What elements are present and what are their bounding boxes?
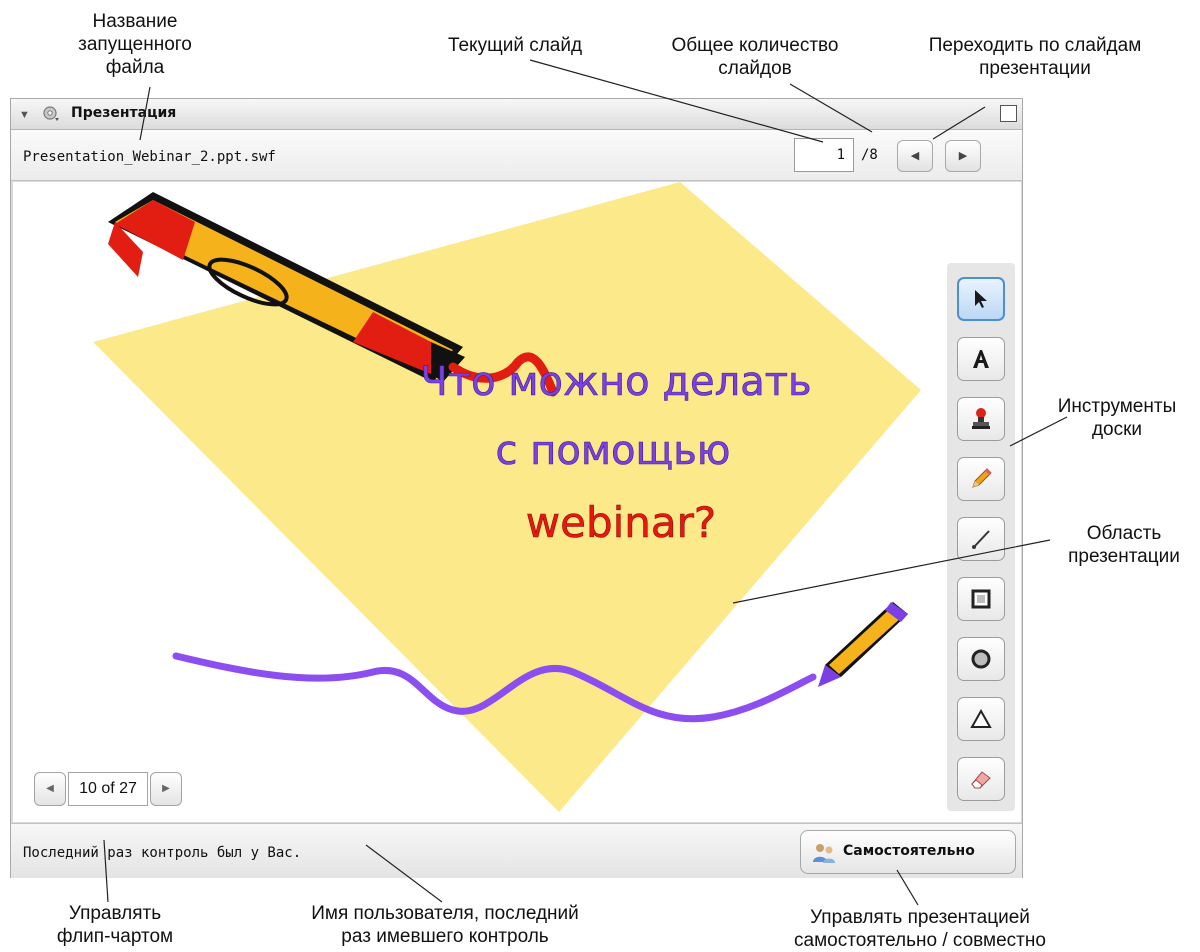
triangle-right-icon: ▶ (162, 783, 170, 794)
triangle-icon (970, 708, 992, 728)
current-slide-input[interactable]: 1 (794, 138, 854, 172)
board-toolbar (947, 263, 1015, 811)
callout-last-user: Имя пользователя, последний раз имевшего… (311, 903, 579, 947)
callout-presentation-area: Область презентации (1068, 523, 1180, 567)
rectangle-tool-button[interactable] (957, 577, 1005, 621)
pencil-icon (972, 468, 992, 488)
gear-icon[interactable] (41, 104, 61, 124)
stamp-icon (972, 408, 990, 429)
triangle-left-icon: ◀ (46, 783, 54, 794)
cursor-arrow-icon (975, 290, 987, 308)
slide-artwork: Что можно делать с помощью webinar? (93, 182, 921, 812)
triangle-left-icon: ◀ (910, 150, 920, 162)
circle-icon (971, 649, 991, 669)
maximize-icon[interactable] (1000, 105, 1017, 122)
self-control-button[interactable]: Самостоятельно (800, 830, 1016, 874)
last-control-status: Последний раз контроль был у Вас. (23, 845, 302, 861)
slide-text-line-3: webinar? (526, 498, 716, 547)
users-icon (813, 844, 835, 863)
square-icon (971, 589, 991, 609)
total-slides: /8 (861, 147, 878, 163)
prev-slide-button[interactable]: ◀ (897, 140, 933, 172)
flipchart-page-display: 10 of 27 (68, 772, 148, 806)
flipchart-prev-button[interactable]: ◀ (34, 772, 66, 806)
pointer-tool-button[interactable] (957, 277, 1005, 321)
callout-file-name: Название запущенного файла (78, 11, 192, 78)
letter-a-icon (973, 350, 989, 368)
line-tool-button[interactable] (957, 517, 1005, 561)
small-pencil-icon (818, 602, 908, 687)
presentation-area[interactable]: Что можно делать с помощью webinar? (13, 182, 1021, 822)
callout-current-slide: Текущий слайд (447, 35, 583, 56)
self-control-label: Самостоятельно (843, 843, 975, 859)
pencil-tool-button[interactable] (957, 457, 1005, 501)
presentation-info-bar: Presentation_Webinar_2.ppt.swf 1 /8 ◀ ▶ (11, 130, 1022, 181)
triangle-tool-button[interactable] (957, 697, 1005, 741)
eraser-icon (971, 771, 991, 789)
eraser-tool-button[interactable] (957, 757, 1005, 801)
triangle-right-icon: ▶ (958, 150, 968, 162)
slide-background-shape (93, 182, 921, 812)
flipchart-pager: ◀ 10 of 27 ▶ (34, 772, 182, 806)
callout-navigate-slides: Переходить по слайдам презентации (928, 35, 1142, 79)
callout-board-tools: Инструменты доски (1057, 396, 1177, 440)
callout-self-control: Управлять презентацией самостоятельно / … (794, 907, 1046, 951)
status-bar: Последний раз контроль был у Вас. Самост… (11, 823, 1022, 878)
file-name: Presentation_Webinar_2.ppt.swf (23, 149, 276, 165)
callout-flipchart: Управлять флип-чартом (56, 903, 174, 947)
text-tool-button[interactable] (957, 337, 1005, 381)
next-slide-button[interactable]: ▶ (945, 140, 981, 172)
collapse-arrow-icon[interactable]: ▼ (19, 109, 30, 121)
ellipse-tool-button[interactable] (957, 637, 1005, 681)
flipchart-next-button[interactable]: ▶ (150, 772, 182, 806)
slide-text-line-2: с помощью (496, 428, 731, 474)
slide-text-line-1: Что можно делать (420, 359, 811, 405)
callout-total-slides: Общее количество слайдов (671, 35, 839, 79)
line-icon (972, 530, 990, 549)
stamp-tool-button[interactable] (957, 397, 1005, 441)
panel-title-bar: ▼ Презентация (11, 99, 1022, 130)
panel-title: Презентация (71, 105, 177, 121)
